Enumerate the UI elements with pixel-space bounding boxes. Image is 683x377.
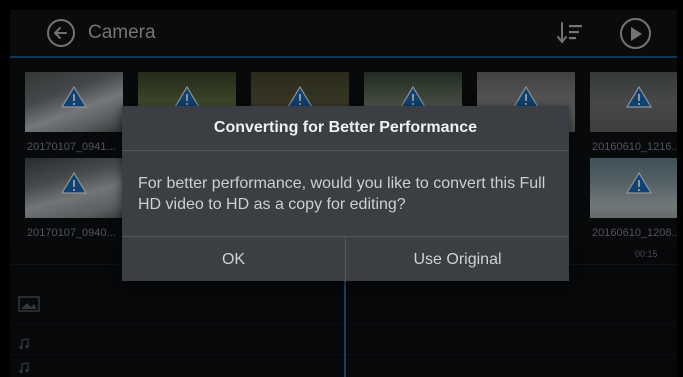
dialog-message: For better performance, would you like t…: [138, 175, 546, 213]
dialog-title: Converting for Better Performance: [122, 106, 569, 151]
dialog-button-bar: OK Use Original: [122, 236, 569, 282]
convert-dialog: Converting for Better Performance For be…: [122, 106, 569, 282]
use-original-button[interactable]: Use Original: [346, 237, 569, 282]
screen: Camera 20170107_0941... 20160610_1216...…: [10, 10, 677, 377]
ok-button[interactable]: OK: [122, 237, 345, 282]
